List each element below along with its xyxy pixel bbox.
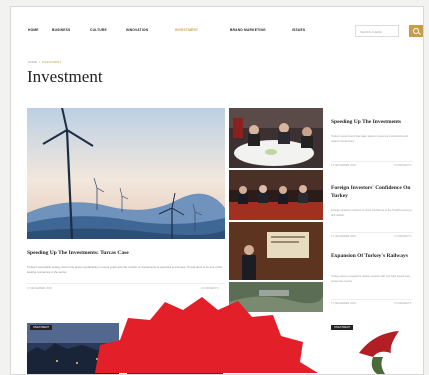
hero-article-title[interactable]: Speeding Up The Investments: Turcas Case — [27, 250, 129, 256]
search-icon — [413, 28, 419, 34]
hero-article-comments[interactable]: 0 COMMENTS — [201, 287, 218, 290]
nav-item-culture[interactable]: CULTURE — [90, 28, 107, 32]
side-article-date: 17 DECEMBER 2018 — [331, 302, 356, 305]
thumb-panel-image[interactable] — [229, 170, 323, 220]
bottom-card-image[interactable] — [127, 323, 223, 374]
search-input[interactable]: SEARCH HERE — [355, 25, 399, 37]
thumb-presentation-image[interactable] — [229, 222, 323, 280]
thumb-aerial-image[interactable] — [229, 282, 323, 312]
nav-item-issues[interactable]: ISSUES — [292, 28, 305, 32]
breadcrumb-separator: / — [39, 60, 40, 64]
bottom-card-image[interactable] — [27, 323, 119, 374]
side-article-excerpt: Turkey plans to expand its railway netwo… — [331, 275, 411, 283]
nav-item-investment[interactable]: INVESTMENT — [175, 28, 198, 32]
bottom-card-image[interactable] — [329, 323, 415, 374]
side-article-comments[interactable]: 0 COMMENTS — [394, 302, 411, 305]
side-article-date: 17 DECEMBER 2018 — [331, 235, 356, 238]
side-article-title[interactable]: Foreign Investors' Confidence On Turkey — [331, 184, 413, 200]
wind-turbine-image — [27, 108, 225, 239]
page: HOME BUSINESS CULTURE INNOVATION INVESTM… — [10, 6, 424, 375]
search-button[interactable] — [409, 25, 423, 37]
breadcrumb-current: INVESTMENT — [41, 60, 62, 64]
top-nav: HOME BUSINESS CULTURE INNOVATION INVESTM… — [11, 7, 423, 51]
conference-image — [229, 108, 323, 168]
bird-image — [329, 323, 415, 374]
side-article-title[interactable]: Speeding Up The Investments — [331, 118, 413, 126]
aerial-image — [229, 282, 323, 312]
side-article-title[interactable]: Expansion Of Turkey's Railways — [331, 252, 413, 260]
presentation-image — [229, 222, 323, 280]
divider — [331, 161, 413, 162]
hero-image[interactable] — [27, 108, 225, 239]
nav-item-innovation[interactable]: INNOVATION — [126, 28, 148, 32]
breadcrumb: HOME / INVESTMENT — [28, 60, 61, 64]
hero-article-date: 17 DECEMBER 2018 — [27, 287, 52, 290]
divider — [27, 283, 225, 284]
nav-item-home[interactable]: HOME — [28, 28, 39, 32]
category-tag[interactable]: INVESTMENT — [30, 325, 53, 330]
hero-article-excerpt: Turkey's renewable energy sector has gro… — [27, 265, 223, 274]
breadcrumb-home[interactable]: HOME — [28, 60, 37, 64]
nav-item-brand-marketing[interactable]: BRAND MARKETING — [230, 28, 266, 32]
thumb-conference-image[interactable] — [229, 108, 323, 168]
category-tag[interactable]: INVESTMENT — [130, 325, 153, 330]
city-night-image — [27, 323, 119, 374]
side-article-excerpt: Foreign investors continue to show confi… — [331, 209, 412, 217]
page-title: Investment — [27, 67, 103, 86]
divider — [331, 299, 413, 300]
side-article-excerpt: Turkey's government has taken steps to s… — [331, 135, 408, 143]
divider — [331, 232, 413, 233]
side-article-comments[interactable]: 0 COMMENTS — [394, 235, 411, 238]
nav-item-business[interactable]: BUSINESS — [52, 28, 70, 32]
side-article-comments[interactable]: 0 COMMENTS — [394, 164, 411, 167]
category-tag[interactable]: INVESTMENT — [331, 325, 354, 330]
side-article-date: 17 DECEMBER 2018 — [331, 164, 356, 167]
panel-image — [229, 170, 323, 220]
